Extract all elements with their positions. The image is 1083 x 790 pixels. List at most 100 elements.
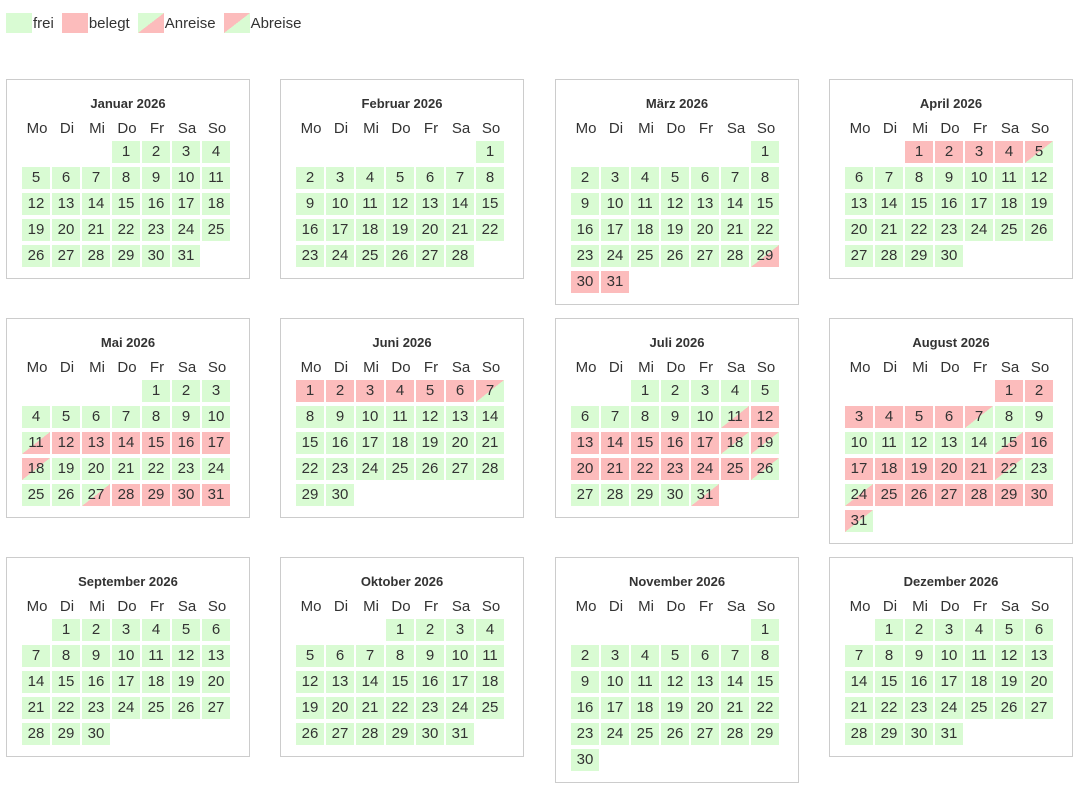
- day-cell-frei[interactable]: 7: [721, 167, 749, 189]
- day-cell-frei[interactable]: 14: [845, 671, 873, 693]
- day-cell-belegt[interactable]: 30: [172, 484, 200, 506]
- day-cell-frei[interactable]: 16: [905, 671, 933, 693]
- day-cell-belegt[interactable]: 25: [875, 484, 903, 506]
- day-cell-frei[interactable]: 20: [416, 219, 444, 241]
- day-cell-belegt[interactable]: 3: [965, 141, 993, 163]
- day-cell-frei[interactable]: 27: [571, 484, 599, 506]
- day-cell-frei[interactable]: 13: [935, 432, 963, 454]
- day-cell-frei[interactable]: 2: [571, 167, 599, 189]
- day-cell-frei[interactable]: 22: [142, 458, 170, 480]
- day-cell-frei[interactable]: 11: [875, 432, 903, 454]
- day-cell-frei[interactable]: 13: [691, 671, 719, 693]
- day-cell-frei[interactable]: 18: [356, 219, 384, 241]
- day-cell-frei[interactable]: 1: [386, 619, 414, 641]
- day-cell-frei[interactable]: 23: [571, 245, 599, 267]
- day-cell-frei[interactable]: 10: [935, 645, 963, 667]
- day-cell-frei[interactable]: 15: [875, 671, 903, 693]
- day-cell-frei[interactable]: 10: [112, 645, 140, 667]
- day-cell-belegt[interactable]: 17: [202, 432, 230, 454]
- day-cell-frei[interactable]: 30: [661, 484, 689, 506]
- day-cell-frei[interactable]: 23: [82, 697, 110, 719]
- day-cell-frei[interactable]: 17: [112, 671, 140, 693]
- day-cell-frei[interactable]: 26: [1025, 219, 1053, 241]
- day-cell-frei[interactable]: 22: [875, 697, 903, 719]
- day-cell-frei[interactable]: 14: [721, 671, 749, 693]
- day-cell-frei[interactable]: 5: [296, 645, 324, 667]
- day-cell-frei[interactable]: 17: [446, 671, 474, 693]
- day-cell-frei[interactable]: 20: [845, 219, 873, 241]
- day-cell-frei[interactable]: 25: [386, 458, 414, 480]
- day-cell-frei[interactable]: 8: [995, 406, 1023, 428]
- day-cell-frei[interactable]: 11: [202, 167, 230, 189]
- day-cell-belegt[interactable]: 30: [571, 271, 599, 293]
- day-cell-frei[interactable]: 8: [476, 167, 504, 189]
- day-cell-frei[interactable]: 5: [751, 380, 779, 402]
- day-cell-frei[interactable]: 18: [142, 671, 170, 693]
- day-cell-belegt[interactable]: 26: [905, 484, 933, 506]
- day-cell-frei[interactable]: 28: [476, 458, 504, 480]
- day-cell-frei[interactable]: 26: [386, 245, 414, 267]
- day-cell-frei[interactable]: 18: [995, 193, 1023, 215]
- day-cell-frei[interactable]: 23: [571, 723, 599, 745]
- day-cell-belegt[interactable]: 13: [571, 432, 599, 454]
- day-cell-frei[interactable]: 24: [172, 219, 200, 241]
- day-cell-frei[interactable]: 18: [202, 193, 230, 215]
- day-cell-frei[interactable]: 1: [751, 619, 779, 641]
- day-cell-frei[interactable]: 26: [995, 697, 1023, 719]
- day-cell-frei[interactable]: 23: [905, 697, 933, 719]
- day-cell-frei[interactable]: 18: [631, 697, 659, 719]
- day-cell-frei[interactable]: 29: [112, 245, 140, 267]
- day-cell-frei[interactable]: 13: [326, 671, 354, 693]
- day-cell-frei[interactable]: 5: [52, 406, 80, 428]
- day-cell-belegt[interactable]: 2: [326, 380, 354, 402]
- day-cell-frei[interactable]: 25: [142, 697, 170, 719]
- day-cell-frei[interactable]: 28: [875, 245, 903, 267]
- day-cell-belegt[interactable]: 15: [142, 432, 170, 454]
- day-cell-frei[interactable]: 26: [661, 245, 689, 267]
- day-cell-frei[interactable]: 14: [82, 193, 110, 215]
- day-cell-frei[interactable]: 4: [631, 645, 659, 667]
- day-cell-frei[interactable]: 28: [22, 723, 50, 745]
- day-cell-frei[interactable]: 17: [601, 697, 629, 719]
- day-cell-frei[interactable]: 1: [476, 141, 504, 163]
- day-cell-frei[interactable]: 13: [416, 193, 444, 215]
- day-cell-frei[interactable]: 29: [52, 723, 80, 745]
- day-cell-frei[interactable]: 15: [112, 193, 140, 215]
- day-cell-frei[interactable]: 29: [386, 723, 414, 745]
- day-cell-frei[interactable]: 10: [356, 406, 384, 428]
- day-cell-frei[interactable]: 14: [356, 671, 384, 693]
- day-cell-frei[interactable]: 30: [416, 723, 444, 745]
- day-cell-frei[interactable]: 4: [142, 619, 170, 641]
- day-cell-frei[interactable]: 24: [326, 245, 354, 267]
- day-cell-belegt[interactable]: 1: [296, 380, 324, 402]
- day-cell-frei[interactable]: 8: [52, 645, 80, 667]
- day-cell-frei[interactable]: 14: [721, 193, 749, 215]
- day-cell-frei[interactable]: 29: [875, 723, 903, 745]
- day-cell-frei[interactable]: 4: [22, 406, 50, 428]
- day-cell-frei[interactable]: 5: [172, 619, 200, 641]
- day-cell-frei[interactable]: 7: [601, 406, 629, 428]
- day-cell-belegt[interactable]: 20: [571, 458, 599, 480]
- day-cell-frei[interactable]: 12: [661, 193, 689, 215]
- day-cell-frei[interactable]: 8: [751, 167, 779, 189]
- day-cell-frei[interactable]: 8: [905, 167, 933, 189]
- day-cell-frei[interactable]: 15: [296, 432, 324, 454]
- day-cell-frei[interactable]: 7: [875, 167, 903, 189]
- day-cell-frei[interactable]: 26: [661, 723, 689, 745]
- day-cell-frei[interactable]: 17: [965, 193, 993, 215]
- day-cell-frei[interactable]: 6: [571, 406, 599, 428]
- day-cell-frei[interactable]: 7: [22, 645, 50, 667]
- day-cell-belegt[interactable]: 17: [845, 458, 873, 480]
- day-cell-frei[interactable]: 7: [356, 645, 384, 667]
- day-cell-belegt[interactable]: 16: [1025, 432, 1053, 454]
- day-cell-frei[interactable]: 5: [661, 167, 689, 189]
- day-cell-frei[interactable]: 25: [22, 484, 50, 506]
- day-cell-frei[interactable]: 16: [416, 671, 444, 693]
- day-cell-frei[interactable]: 11: [631, 193, 659, 215]
- day-cell-frei[interactable]: 31: [446, 723, 474, 745]
- day-cell-frei[interactable]: 27: [845, 245, 873, 267]
- day-cell-frei[interactable]: 2: [296, 167, 324, 189]
- day-cell-belegt[interactable]: 30: [1025, 484, 1053, 506]
- day-cell-belegt[interactable]: 4: [386, 380, 414, 402]
- day-cell-frei[interactable]: 19: [1025, 193, 1053, 215]
